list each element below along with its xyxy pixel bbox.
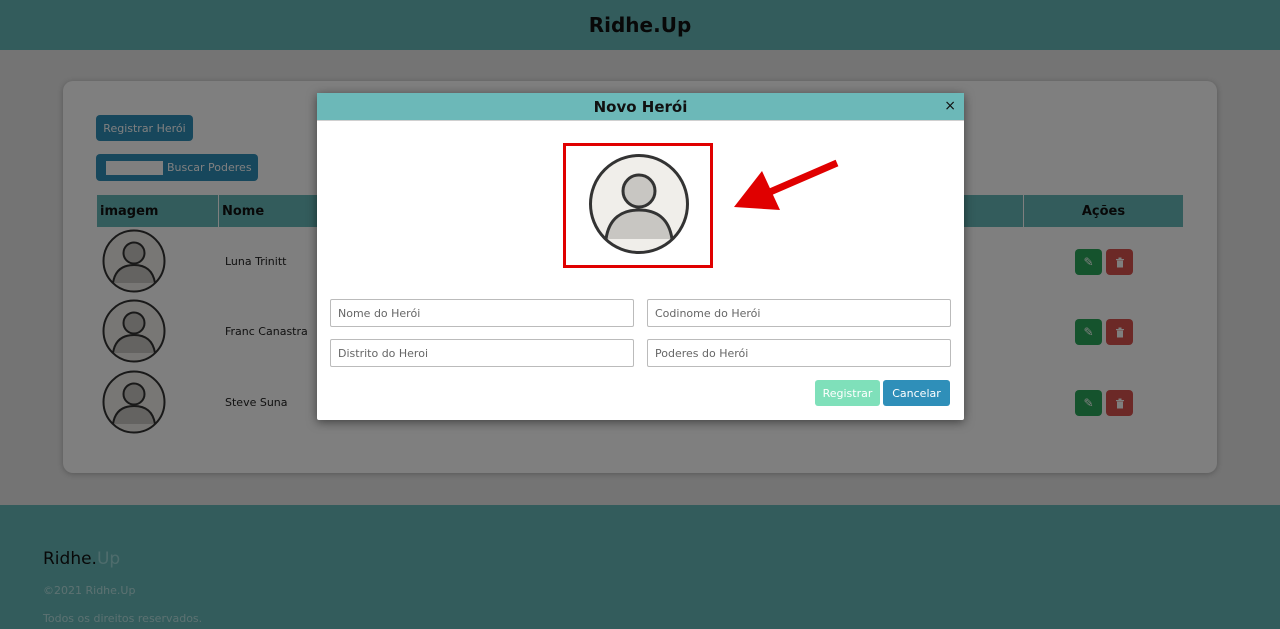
highlight-box xyxy=(563,143,713,268)
modal-header: Novo Herói × xyxy=(317,93,964,121)
cancel-button[interactable]: Cancelar xyxy=(883,380,950,406)
hero-codename-field[interactable] xyxy=(647,299,951,327)
modal-title: Novo Herói xyxy=(593,97,688,116)
hero-powers-field[interactable] xyxy=(647,339,951,367)
hero-district-field[interactable] xyxy=(330,339,634,367)
register-button[interactable]: Registrar xyxy=(815,380,880,406)
close-icon[interactable]: × xyxy=(944,98,956,114)
hero-name-field[interactable] xyxy=(330,299,634,327)
arrow-icon xyxy=(734,159,839,210)
new-hero-modal: Novo Herói × Registrar Cancelar xyxy=(317,93,964,420)
